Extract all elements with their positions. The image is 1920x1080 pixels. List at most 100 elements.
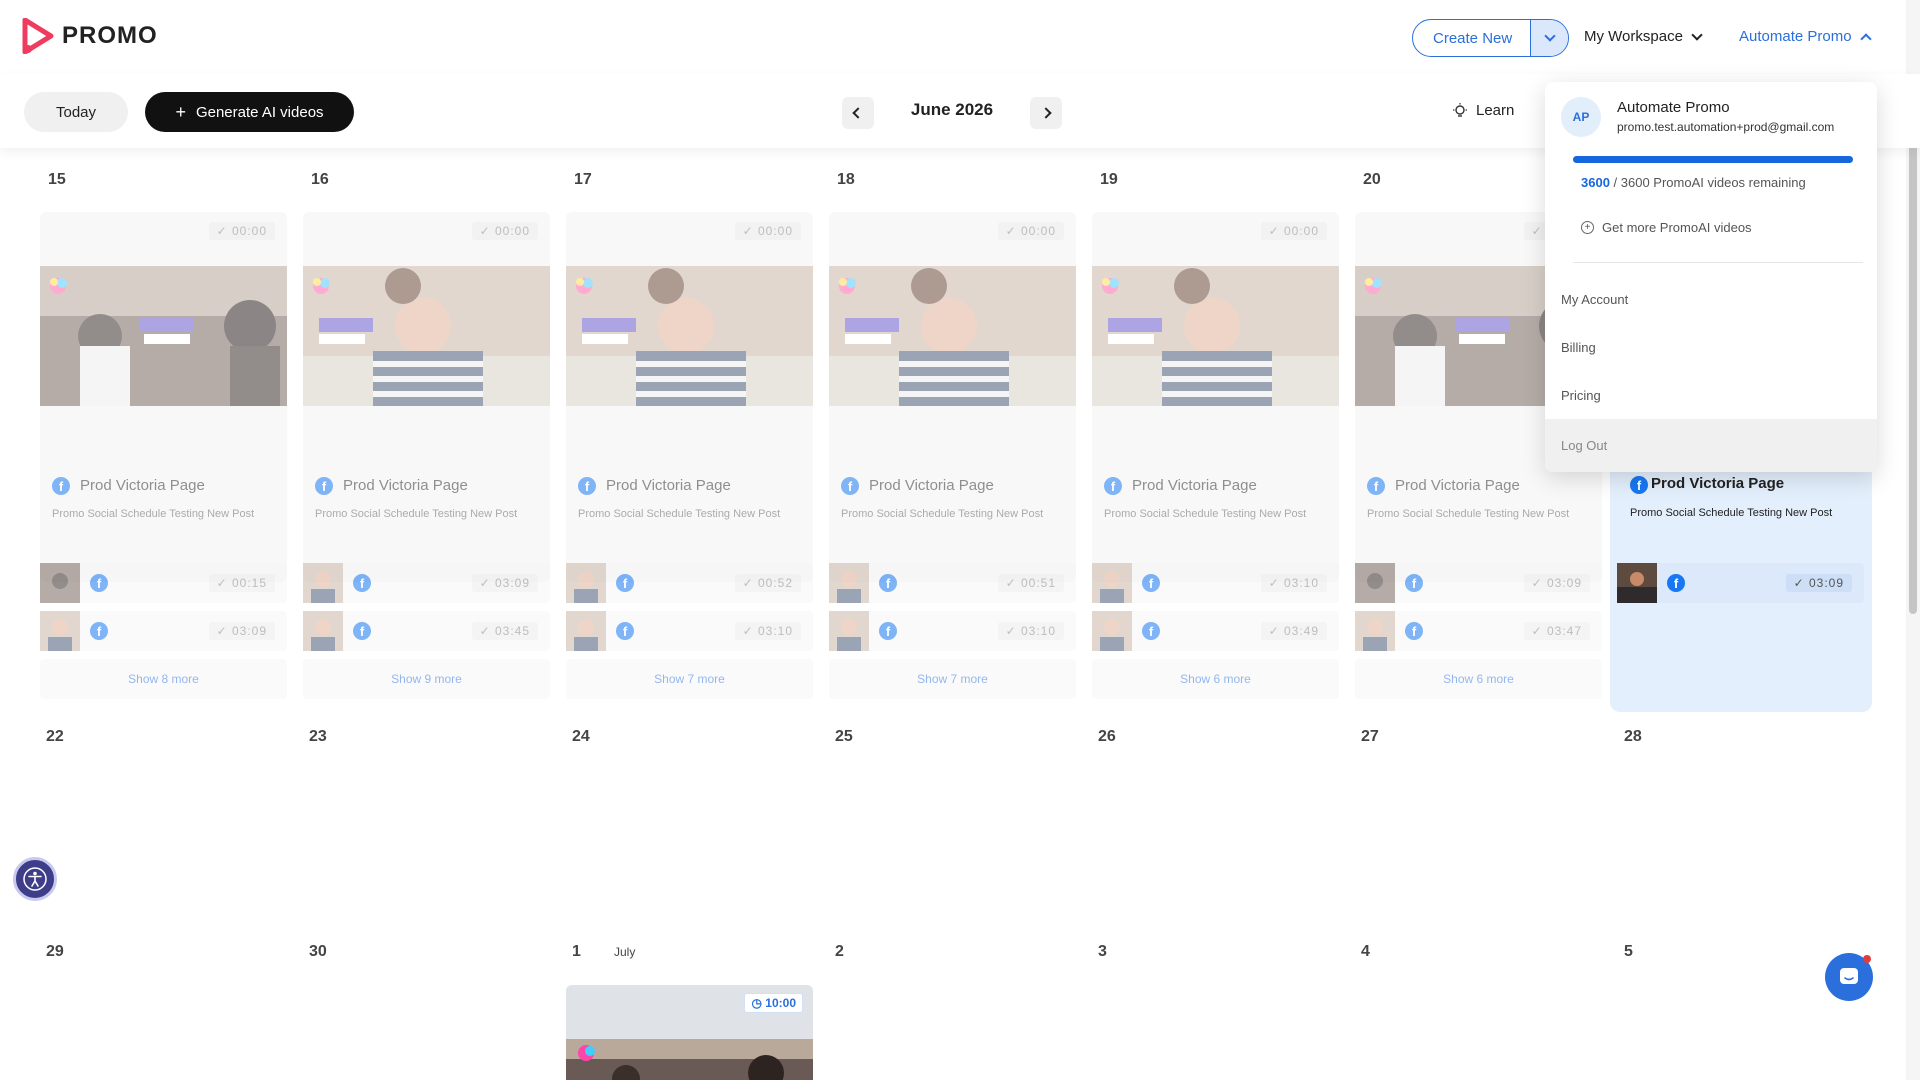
sub-post[interactable]: f ✓ 03:47	[1355, 611, 1602, 651]
page-scrollbar[interactable]	[1906, 0, 1920, 1080]
day-number: 5	[1624, 943, 1633, 960]
show-more-button[interactable]: Show 6 more	[1092, 659, 1339, 699]
today-button[interactable]: Today	[24, 92, 128, 132]
facebook-icon: f	[1630, 476, 1648, 494]
show-more-button[interactable]: Show 6 more	[1355, 659, 1602, 699]
sub-post[interactable]: f ✓ 00:15	[40, 563, 287, 603]
chat-launcher-button[interactable]	[1825, 953, 1873, 1001]
video-thumbnail	[1092, 563, 1132, 603]
post-card[interactable]: ✓ 00:00 f Prod Victoria Page Promo Social S…	[40, 212, 287, 582]
menu-item-log-out[interactable]: Log Out	[1545, 419, 1877, 472]
sub-post[interactable]: f ✓ 03:45	[303, 611, 550, 651]
page-name: Prod Victoria Page	[869, 477, 994, 494]
sub-post-duration: ✓ 03:47	[1523, 622, 1590, 640]
duration-badge: ✓ 00:00	[997, 222, 1064, 240]
video-thumbnail	[566, 563, 606, 603]
video-thumbnail	[1092, 266, 1339, 406]
sub-post[interactable]: f ✓ 03:49	[1092, 611, 1339, 651]
next-month-button[interactable]	[1030, 97, 1062, 129]
account-name: Automate Promo	[1617, 99, 1730, 116]
day-number: 29	[46, 943, 64, 960]
show-more-button[interactable]: Show 7 more	[566, 659, 813, 699]
day-number: 20	[1363, 171, 1381, 188]
sub-post-duration: ✓ 03:10	[1260, 574, 1327, 592]
sub-post-duration: ✓ 03:09	[471, 574, 538, 592]
sub-post[interactable]: f ✓ 00:52	[566, 563, 813, 603]
sub-post[interactable]: f ✓ 00:51	[829, 563, 1076, 603]
learn-button[interactable]: Learn	[1452, 102, 1514, 119]
generate-ai-videos-button[interactable]: + Generate AI videos	[145, 92, 354, 132]
facebook-icon: f	[1405, 574, 1423, 592]
facebook-icon: f	[1142, 574, 1160, 592]
get-more-label: Get more PromoAI videos	[1602, 220, 1752, 235]
duration-badge: ✓ 00:00	[734, 222, 801, 240]
show-more-button[interactable]: Show 7 more	[829, 659, 1076, 699]
workspace-menu[interactable]: My Workspace	[1584, 28, 1703, 45]
menu-item-pricing[interactable]: Pricing	[1545, 371, 1877, 419]
account-menu-label: Automate Promo	[1739, 28, 1852, 45]
post-description: Promo Social Schedule Testing New Post	[315, 508, 518, 520]
july-1-post-card[interactable]: ◷ 10:00	[566, 985, 813, 1080]
sub-post-duration: ✓ 00:51	[997, 574, 1064, 592]
day-number: 1	[572, 943, 581, 960]
chevron-left-icon	[852, 107, 864, 119]
post-card[interactable]: ✓ 00:00 f Prod Victoria Page Promo Social S…	[566, 212, 813, 582]
facebook-icon: f	[1142, 622, 1160, 640]
previous-month-button[interactable]	[842, 97, 874, 129]
sub-post-duration: ✓ 03:09	[1785, 574, 1852, 592]
day-number: 26	[1098, 728, 1116, 745]
accessibility-icon	[23, 867, 47, 891]
sub-post[interactable]: f ✓ 03:10	[1092, 563, 1339, 603]
accessibility-button[interactable]	[13, 857, 57, 901]
post-card[interactable]: ✓ 00:00 f Prod Victoria Page Promo Social S…	[1092, 212, 1339, 582]
video-thumbnail	[40, 563, 80, 603]
facebook-icon: f	[616, 622, 634, 640]
video-thumbnail	[1355, 563, 1395, 603]
day-number: 19	[1100, 171, 1118, 188]
menu-item-my-account[interactable]: My Account	[1545, 275, 1877, 323]
logo-text: PROMO	[62, 22, 158, 49]
facebook-icon: f	[1405, 622, 1423, 640]
facebook-icon: f	[90, 574, 108, 592]
sub-post[interactable]: f ✓ 03:10	[566, 611, 813, 651]
show-more-button[interactable]: Show 8 more	[40, 659, 287, 699]
show-more-button[interactable]: Show 9 more	[303, 659, 550, 699]
create-new-button[interactable]: Create New	[1412, 19, 1570, 57]
video-thumbnail	[566, 1039, 813, 1080]
generate-label: Generate AI videos	[195, 103, 324, 121]
day-number: 23	[309, 728, 327, 745]
scrollbar-thumb[interactable]	[1909, 74, 1917, 614]
create-new-label[interactable]: Create New	[1413, 20, 1530, 56]
video-thumbnail	[829, 266, 1076, 406]
day-number: 30	[309, 943, 327, 960]
plus-icon: +	[175, 101, 186, 122]
today-sub-post[interactable]: f ✓ 03:09	[1617, 563, 1864, 603]
facebook-icon: f	[1367, 477, 1385, 495]
create-new-dropdown-toggle[interactable]	[1530, 20, 1569, 56]
sub-post-duration: ✓ 03:45	[471, 622, 538, 640]
get-more-videos-link[interactable]: + Get more PromoAI videos	[1581, 220, 1752, 235]
day-number: 18	[837, 171, 855, 188]
menu-item-billing[interactable]: Billing	[1545, 323, 1877, 371]
scheduled-time-badge: ◷ 10:00	[744, 993, 803, 1013]
avatar: AP	[1561, 97, 1601, 137]
sub-post[interactable]: f ✓ 03:10	[829, 611, 1076, 651]
post-card[interactable]: ✓ 00:00 f Prod Victoria Page Promo Social S…	[303, 212, 550, 582]
facebook-icon: f	[1104, 477, 1122, 495]
page-name: Prod Victoria Page	[80, 477, 205, 494]
notification-dot	[1863, 955, 1871, 963]
sub-post[interactable]: f ✓ 03:09	[303, 563, 550, 603]
facebook-icon: f	[353, 574, 371, 592]
post-card[interactable]: ✓ 00:00 f Prod Victoria Page Promo Social S…	[829, 212, 1076, 582]
account-menu[interactable]: Automate Promo	[1739, 28, 1872, 45]
account-email: promo.test.automation+prod@gmail.com	[1617, 120, 1835, 134]
day-number: 15	[48, 171, 66, 188]
sub-post[interactable]: f ✓ 03:09	[40, 611, 287, 651]
video-thumbnail	[1092, 611, 1132, 651]
sub-post[interactable]: f ✓ 03:09	[1355, 563, 1602, 603]
day-number: 3	[1098, 943, 1107, 960]
promo-logo[interactable]: PROMO	[22, 18, 158, 54]
day-number: 2	[835, 943, 844, 960]
sub-post-duration: ✓ 03:49	[1260, 622, 1327, 640]
post-description: Promo Social Schedule Testing New Post	[578, 508, 781, 520]
